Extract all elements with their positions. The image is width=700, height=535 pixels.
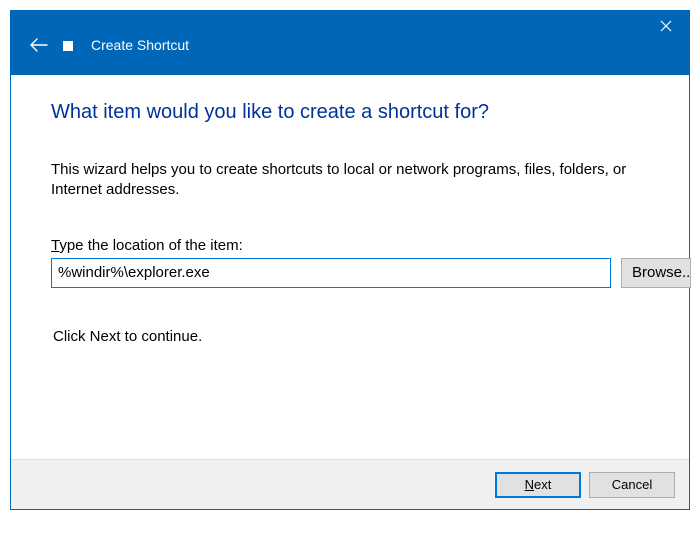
cancel-button[interactable]: Cancel: [589, 472, 675, 498]
footer: Next Cancel: [11, 459, 689, 509]
titlebar: Create Shortcut: [11, 11, 689, 75]
back-arrow-icon[interactable]: [29, 35, 49, 55]
content-area: What item would you like to create a sho…: [11, 75, 689, 459]
page-heading: What item would you like to create a sho…: [51, 101, 649, 124]
create-shortcut-window: Create Shortcut What item would you like…: [10, 10, 690, 510]
continue-instruction: Click Next to continue.: [53, 328, 649, 345]
location-input[interactable]: [51, 258, 611, 288]
location-label: Type the location of the item:: [51, 237, 649, 254]
window-title: Create Shortcut: [91, 37, 189, 53]
window-icon: [63, 41, 73, 51]
wizard-description: This wizard helps you to create shortcut…: [51, 160, 649, 201]
close-button[interactable]: [643, 11, 689, 41]
browse-button[interactable]: Browse...: [621, 258, 691, 288]
location-row: Browse...: [51, 258, 649, 288]
next-button[interactable]: Next: [495, 472, 581, 498]
